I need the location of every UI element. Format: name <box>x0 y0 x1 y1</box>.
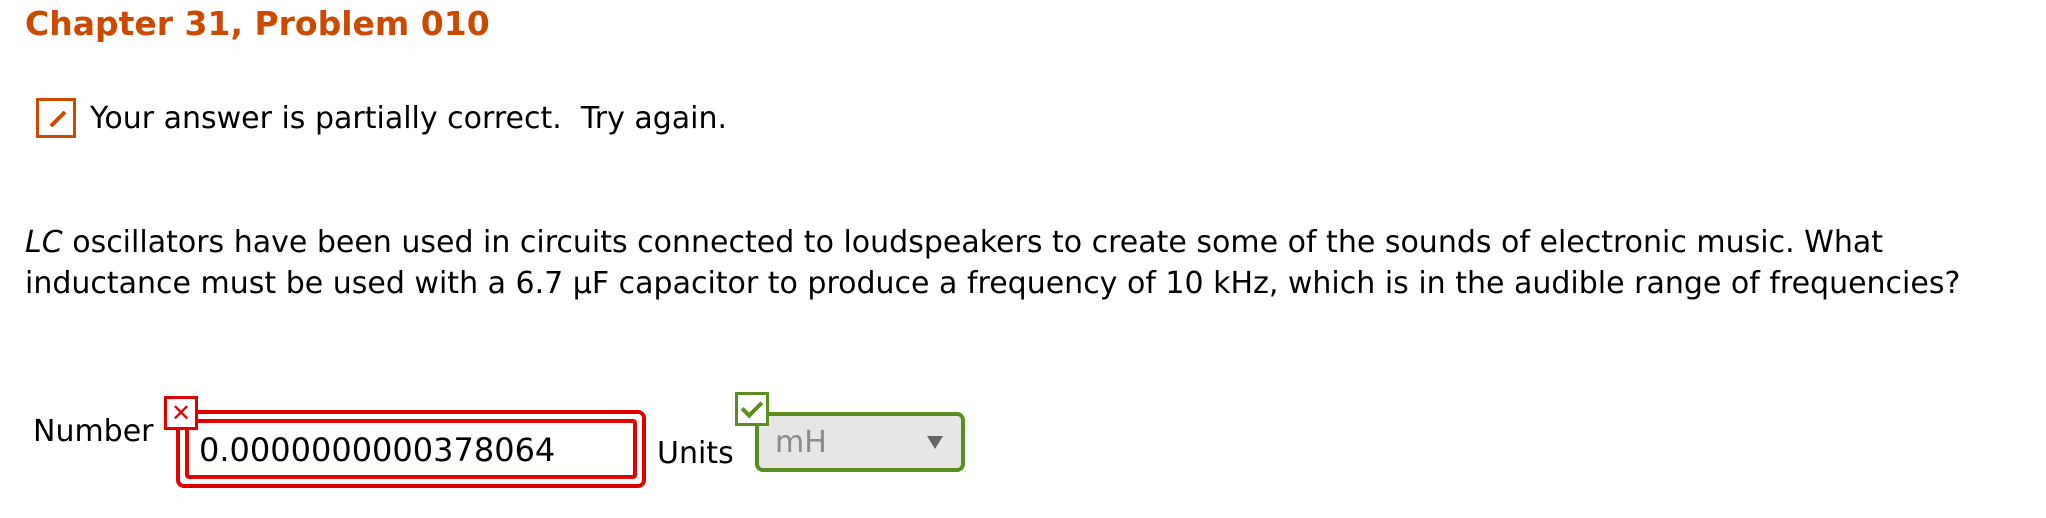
feedback-message-row: Your answer is partially correct. Try ag… <box>36 96 727 140</box>
units-label: Units <box>657 436 734 471</box>
number-input[interactable] <box>185 419 637 479</box>
number-label: Number <box>33 414 154 449</box>
question-italic-prefix: LC <box>25 225 63 260</box>
feedback-text: Your answer is partially correct. Try ag… <box>90 100 728 136</box>
check-icon <box>735 392 769 426</box>
pencil-icon <box>36 98 76 138</box>
dropdown-arrow-icon <box>927 435 943 449</box>
question-text: LC oscillators have been used in circuit… <box>25 222 2035 304</box>
units-select[interactable]: mH <box>755 412 965 472</box>
number-field-frame <box>176 410 646 488</box>
units-selected-value: mH <box>775 424 827 460</box>
problem-title: Chapter 31, Problem 010 <box>25 4 490 43</box>
question-body: oscillators have been used in circuits c… <box>25 225 1961 301</box>
x-icon: ✕ <box>164 396 198 430</box>
